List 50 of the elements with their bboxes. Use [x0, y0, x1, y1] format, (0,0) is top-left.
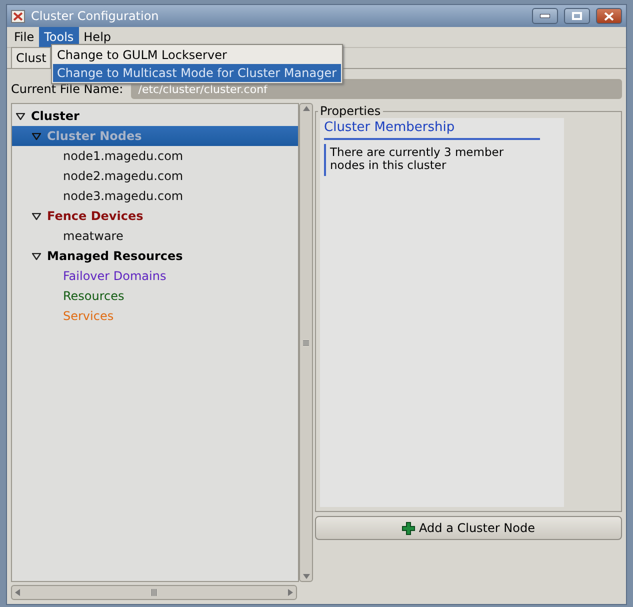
tree-item[interactable]: Failover Domains: [12, 266, 298, 286]
maximize-icon: [572, 12, 582, 20]
up-arrow-icon[interactable]: [302, 106, 310, 111]
right-arrow-icon[interactable]: [288, 589, 293, 596]
properties-text: There are currently 3 member nodes in this cluster: [324, 144, 524, 176]
left-arrow-icon[interactable]: [15, 589, 20, 596]
tree-item-label: meatware: [63, 229, 124, 243]
expander-down-icon[interactable]: [32, 212, 41, 220]
expander-down-icon[interactable]: [16, 112, 25, 120]
plus-icon: [402, 522, 416, 534]
tree-item[interactable]: node2.magedu.com: [12, 166, 298, 186]
maximize-button[interactable]: [564, 8, 590, 24]
minimize-button[interactable]: [532, 8, 558, 24]
tree-item[interactable]: meatware: [12, 226, 298, 246]
tree-item[interactable]: Fence Devices: [12, 206, 298, 226]
vertical-scrollbar[interactable]: [299, 103, 313, 582]
add-node-button[interactable]: Add a Cluster Node: [315, 516, 622, 540]
tree-item-label: node3.magedu.com: [63, 189, 184, 203]
tree-item-label: Failover Domains: [63, 269, 166, 283]
menu-item[interactable]: Change to Multicast Mode for Cluster Manager: [53, 64, 341, 82]
close-icon: [604, 12, 614, 20]
tree-item-label: Managed Resources: [47, 249, 183, 263]
file-name-label: Current File Name:: [11, 82, 124, 96]
tree-item[interactable]: Resources: [12, 286, 298, 306]
properties-heading: Cluster Membership: [324, 120, 540, 140]
expander-down-icon[interactable]: [32, 252, 41, 260]
app-icon: [11, 10, 25, 22]
tree-item[interactable]: Managed Resources: [12, 246, 298, 266]
close-button[interactable]: [596, 8, 622, 24]
tree-item-label: Cluster: [31, 109, 80, 123]
menu-item[interactable]: Change to GULM Lockserver: [53, 46, 341, 64]
window-title: Cluster Configuration: [31, 9, 160, 23]
tree-item-label: node2.magedu.com: [63, 169, 184, 183]
grip-icon[interactable]: [151, 589, 157, 596]
tree-item[interactable]: Cluster: [12, 106, 298, 126]
tab[interactable]: Clust: [11, 47, 52, 68]
tree-item-label: node1.magedu.com: [63, 149, 184, 163]
tree-item-label: Cluster Nodes: [47, 129, 142, 143]
minimize-icon: [540, 14, 550, 18]
tree-item-label: Resources: [63, 289, 124, 303]
horizontal-scrollbar[interactable]: [11, 585, 297, 600]
down-arrow-icon[interactable]: [302, 574, 310, 579]
tree-item[interactable]: node3.magedu.com: [12, 186, 298, 206]
tree-item[interactable]: node1.magedu.com: [12, 146, 298, 166]
menu-item[interactable]: File: [9, 27, 40, 47]
grip-icon[interactable]: [303, 340, 309, 346]
tree-item-label: Fence Devices: [47, 209, 144, 223]
tree-item-label: Services: [63, 309, 114, 323]
menu-item[interactable]: Help: [78, 27, 116, 47]
properties-legend: Properties: [318, 104, 383, 118]
